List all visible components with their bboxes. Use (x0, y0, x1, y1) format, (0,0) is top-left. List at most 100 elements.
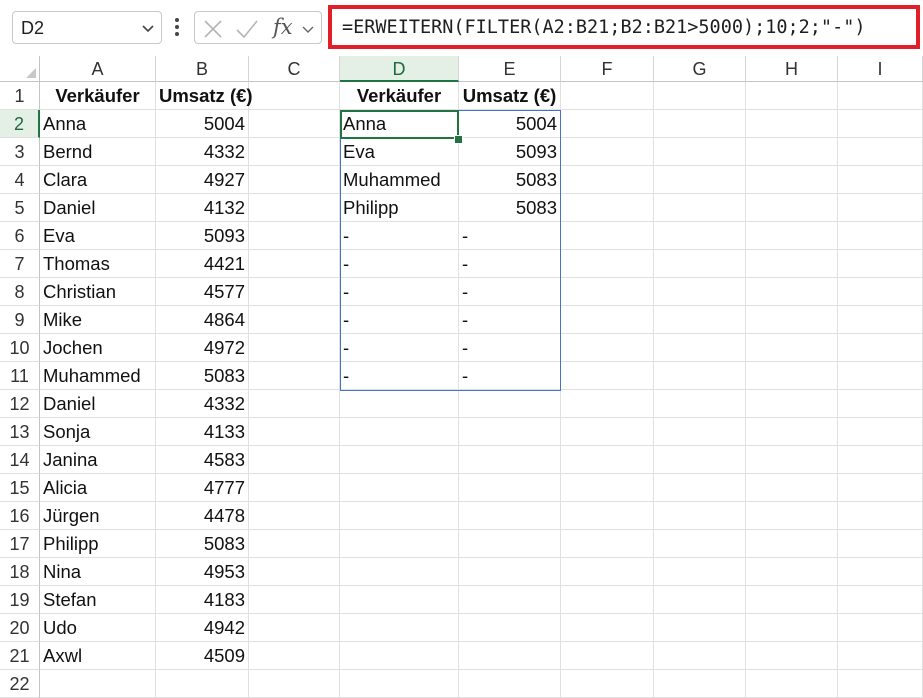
cell-g18[interactable] (654, 558, 746, 586)
cell-i9[interactable] (838, 306, 923, 334)
cell-f20[interactable] (561, 614, 654, 642)
cell-a14[interactable]: Janina (40, 446, 156, 474)
cell-b3[interactable]: 4332 (156, 138, 249, 166)
row-header[interactable]: 17 (0, 530, 40, 558)
cell-h15[interactable] (746, 474, 838, 502)
cell-f10[interactable] (561, 334, 654, 362)
cell-a7[interactable]: Thomas (40, 250, 156, 278)
cell-i12[interactable] (838, 390, 923, 418)
cell-d21[interactable] (340, 642, 459, 670)
cell-h8[interactable] (746, 278, 838, 306)
cell-d22[interactable] (340, 670, 459, 698)
name-box[interactable]: D2 (12, 11, 162, 44)
cell-a2[interactable]: Anna (40, 110, 156, 138)
cell-h3[interactable] (746, 138, 838, 166)
cell-d8[interactable]: - (340, 278, 459, 306)
cell-c20[interactable] (249, 614, 340, 642)
cell-i11[interactable] (838, 362, 923, 390)
cell-f11[interactable] (561, 362, 654, 390)
row-header[interactable]: 1 (0, 82, 40, 110)
row-header[interactable]: 3 (0, 138, 40, 166)
chevron-down-icon[interactable] (141, 21, 155, 35)
cell-g6[interactable] (654, 222, 746, 250)
cell-d1[interactable]: Verkäufer (340, 82, 459, 110)
cell-c18[interactable] (249, 558, 340, 586)
row-header[interactable]: 9 (0, 306, 40, 334)
cell-a1[interactable]: Verkäufer (40, 82, 156, 110)
row-header[interactable]: 8 (0, 278, 40, 306)
cell-i16[interactable] (838, 502, 923, 530)
cell-g17[interactable] (654, 530, 746, 558)
cell-h2[interactable] (746, 110, 838, 138)
cell-i2[interactable] (838, 110, 923, 138)
cell-g2[interactable] (654, 110, 746, 138)
cell-e2[interactable]: 5004 (459, 110, 561, 138)
cell-g21[interactable] (654, 642, 746, 670)
cell-b4[interactable]: 4927 (156, 166, 249, 194)
cell-h21[interactable] (746, 642, 838, 670)
cell-g1[interactable] (654, 82, 746, 110)
cell-h22[interactable] (746, 670, 838, 698)
cell-h9[interactable] (746, 306, 838, 334)
cell-b19[interactable]: 4183 (156, 586, 249, 614)
cell-g19[interactable] (654, 586, 746, 614)
cell-g4[interactable] (654, 166, 746, 194)
cell-f17[interactable] (561, 530, 654, 558)
cell-a8[interactable]: Christian (40, 278, 156, 306)
cell-b14[interactable]: 4583 (156, 446, 249, 474)
cell-a17[interactable]: Philipp (40, 530, 156, 558)
cell-d4[interactable]: Muhammed (340, 166, 459, 194)
cell-c2[interactable] (249, 110, 340, 138)
cell-f12[interactable] (561, 390, 654, 418)
cell-i4[interactable] (838, 166, 923, 194)
row-header[interactable]: 12 (0, 390, 40, 418)
cell-b9[interactable]: 4864 (156, 306, 249, 334)
cell-h11[interactable] (746, 362, 838, 390)
cell-b17[interactable]: 5083 (156, 530, 249, 558)
cell-e5[interactable]: 5083 (459, 194, 561, 222)
cell-c3[interactable] (249, 138, 340, 166)
cell-b11[interactable]: 5083 (156, 362, 249, 390)
cell-g15[interactable] (654, 474, 746, 502)
insert-function-icon[interactable]: fx (273, 15, 293, 39)
cell-g22[interactable] (654, 670, 746, 698)
cell-g5[interactable] (654, 194, 746, 222)
column-header-i[interactable]: I (838, 56, 923, 82)
cell-a13[interactable]: Sonja (40, 418, 156, 446)
more-options-icon[interactable] (172, 15, 182, 39)
column-header-g[interactable]: G (654, 56, 746, 82)
cell-b16[interactable]: 4478 (156, 502, 249, 530)
cell-a22[interactable] (40, 670, 156, 698)
cell-d20[interactable] (340, 614, 459, 642)
cell-a5[interactable]: Daniel (40, 194, 156, 222)
cell-e10[interactable]: - (459, 334, 561, 362)
cell-e1[interactable]: Umsatz (€) (459, 82, 561, 110)
cell-c6[interactable] (249, 222, 340, 250)
cell-h6[interactable] (746, 222, 838, 250)
cell-b21[interactable]: 4509 (156, 642, 249, 670)
cell-f7[interactable] (561, 250, 654, 278)
cell-e6[interactable]: - (459, 222, 561, 250)
column-header-d[interactable]: D (340, 56, 459, 82)
cell-c15[interactable] (249, 474, 340, 502)
row-header[interactable]: 5 (0, 194, 40, 222)
cell-h10[interactable] (746, 334, 838, 362)
row-header[interactable]: 21 (0, 642, 40, 670)
cell-b22[interactable] (156, 670, 249, 698)
cell-b13[interactable]: 4133 (156, 418, 249, 446)
cell-e19[interactable] (459, 586, 561, 614)
cell-e13[interactable] (459, 418, 561, 446)
cell-e8[interactable]: - (459, 278, 561, 306)
cell-e18[interactable] (459, 558, 561, 586)
cell-e12[interactable] (459, 390, 561, 418)
cell-e14[interactable] (459, 446, 561, 474)
row-header[interactable]: 13 (0, 418, 40, 446)
cell-b15[interactable]: 4777 (156, 474, 249, 502)
cell-a3[interactable]: Bernd (40, 138, 156, 166)
cell-d7[interactable]: - (340, 250, 459, 278)
cell-c8[interactable] (249, 278, 340, 306)
cell-g14[interactable] (654, 446, 746, 474)
cell-g12[interactable] (654, 390, 746, 418)
cell-a16[interactable]: Jürgen (40, 502, 156, 530)
cell-a19[interactable]: Stefan (40, 586, 156, 614)
